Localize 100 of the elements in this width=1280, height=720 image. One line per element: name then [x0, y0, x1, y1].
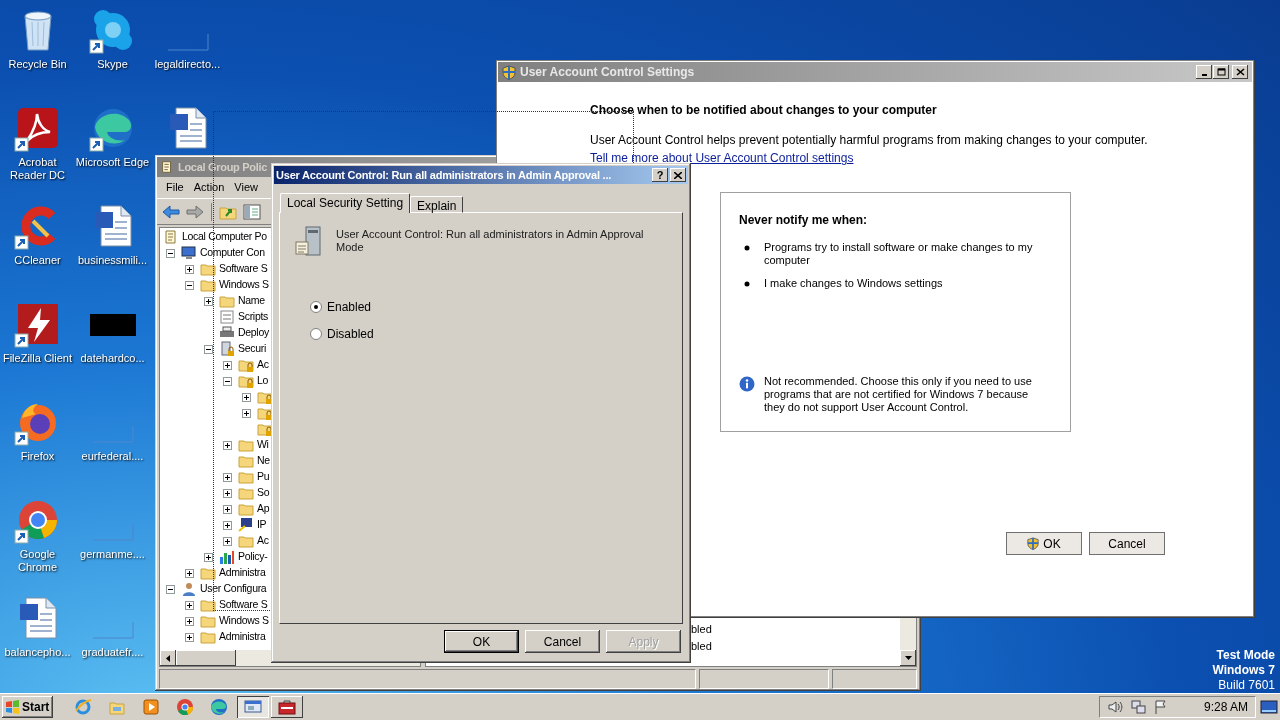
tab[interactable]: Explain: [410, 196, 464, 213]
menu-item[interactable]: Action: [188, 179, 230, 196]
tree-item[interactable]: Pu: [257, 469, 270, 485]
back-icon[interactable]: [161, 202, 181, 221]
close-button[interactable]: [670, 168, 686, 182]
maximize-button[interactable]: [1213, 65, 1229, 79]
tree-expander[interactable]: [184, 616, 194, 626]
desktop-icon-label[interactable]: eurfederal....: [75, 450, 150, 463]
radio-button[interactable]: [310, 328, 322, 340]
help-link[interactable]: Tell me more about User Account Control settings: [590, 149, 854, 167]
tree-expander[interactable]: [203, 344, 213, 354]
tree-item[interactable]: Wi: [257, 437, 269, 453]
dialog-button[interactable]: Cancel: [1089, 532, 1165, 555]
tree-item[interactable]: Administra: [219, 565, 266, 581]
tree-expander[interactable]: [184, 600, 194, 610]
desktop-icon-label[interactable]: Microsoft Edge: [75, 156, 150, 169]
tree-item[interactable]: Windows S: [219, 277, 269, 293]
tab[interactable]: Local Security Setting: [280, 193, 411, 213]
help-button[interactable]: ?: [652, 168, 668, 182]
desktop-icon-label[interactable]: FileZilla Client: [0, 352, 75, 365]
window-title: User Account Control Settings: [520, 64, 696, 81]
tree-item[interactable]: Scripts: [238, 309, 268, 325]
tree-item[interactable]: So: [257, 485, 270, 501]
show-hide-tree-icon[interactable]: [242, 202, 262, 221]
desktop-icon-label[interactable]: CCleaner: [0, 254, 75, 267]
media-player-icon[interactable]: [142, 698, 160, 716]
tree-expander[interactable]: [184, 280, 194, 290]
tree-item[interactable]: Securi: [238, 341, 266, 357]
scroll-left-button[interactable]: [160, 650, 176, 666]
tree-item[interactable]: Software S: [219, 597, 268, 613]
desktop-icon-label[interactable]: datehardco...: [75, 352, 150, 365]
tree-expander[interactable]: [222, 536, 232, 546]
tree-item[interactable]: Ac: [257, 533, 269, 549]
radio-label[interactable]: Disabled: [327, 325, 374, 343]
scroll-thumb[interactable]: [176, 650, 236, 666]
desktop-icon-label[interactable]: Recycle Bin: [0, 58, 75, 71]
close-button[interactable]: [1232, 65, 1248, 79]
tree-expander[interactable]: [165, 584, 175, 594]
menu-item[interactable]: File: [161, 179, 189, 196]
taskbar-button[interactable]: [271, 696, 303, 718]
menu-item[interactable]: View: [229, 179, 263, 196]
browser-icon[interactable]: [176, 698, 194, 716]
folder-icon: [238, 453, 254, 469]
flag-icon[interactable]: [1153, 699, 1169, 715]
dialog-button[interactable]: Cancel: [525, 630, 600, 653]
speaker-icon[interactable]: [1107, 699, 1123, 715]
os-info-text: Build 7601: [1218, 678, 1275, 693]
policy-icon: [160, 160, 174, 174]
tree-expander[interactable]: [222, 376, 232, 386]
scroll-down-button[interactable]: [900, 650, 916, 666]
tree-item[interactable]: Ne: [257, 453, 270, 469]
tree-item[interactable]: Local Computer Po: [182, 229, 267, 245]
desktop-icon-label[interactable]: businessmili...: [75, 254, 150, 267]
shield-icon: [502, 64, 516, 80]
network-icon[interactable]: [1130, 699, 1146, 715]
desktop-icon-label[interactable]: Acrobat Reader DC: [0, 156, 75, 182]
radio-button[interactable]: [310, 301, 322, 313]
tree-item[interactable]: Deploy: [238, 325, 269, 341]
tree-item[interactable]: IP: [257, 517, 267, 533]
folder-icon: [238, 437, 254, 453]
tree-expander[interactable]: [241, 408, 251, 418]
tree-expander[interactable]: [184, 568, 194, 578]
tree-item[interactable]: Software S: [219, 261, 268, 277]
browser-icon[interactable]: [210, 698, 228, 716]
tree-item[interactable]: Ac: [257, 357, 269, 373]
os-info-text: Windows 7: [1212, 663, 1275, 678]
tree-expander[interactable]: [222, 488, 232, 498]
tree-expander[interactable]: [165, 248, 175, 258]
tree-item[interactable]: Policy-: [238, 549, 268, 565]
desktop-icon-label[interactable]: legaldirecto...: [150, 58, 225, 71]
tree-expander[interactable]: [222, 504, 232, 514]
tree-item[interactable]: Administra: [219, 629, 266, 645]
tree-expander[interactable]: [222, 472, 232, 482]
radio-label[interactable]: Enabled: [327, 298, 372, 316]
dialog-button[interactable]: OK: [1006, 532, 1082, 555]
start-button[interactable]: Start: [2, 696, 53, 718]
forward-icon[interactable]: [185, 202, 205, 221]
folder-icon: [200, 261, 216, 277]
desktop-icon-label[interactable]: Firefox: [0, 450, 75, 463]
desktop-icon-label[interactable]: Skype: [75, 58, 150, 71]
tree-expander[interactable]: [222, 520, 232, 530]
tree-item[interactable]: Lo: [257, 373, 269, 389]
tree-expander[interactable]: [184, 264, 194, 274]
minimize-button[interactable]: [1196, 65, 1212, 79]
tree-expander[interactable]: [241, 392, 251, 402]
show-desktop-icon[interactable]: [1260, 699, 1278, 715]
tree-expander[interactable]: [203, 296, 213, 306]
tree-item[interactable]: Name: [238, 293, 265, 309]
maximize-icon: [1216, 68, 1226, 76]
tree-expander[interactable]: [203, 552, 213, 562]
taskbar-button[interactable]: [237, 696, 269, 718]
tree-expander[interactable]: [222, 360, 232, 370]
clock[interactable]: 9:28 AM: [1203, 698, 1248, 716]
tree-item[interactable]: User Configura: [200, 581, 267, 597]
tree-expander[interactable]: [184, 632, 194, 642]
tree-item[interactable]: Ap: [257, 501, 270, 517]
tree-item[interactable]: Windows S: [219, 613, 269, 629]
tree-expander[interactable]: [222, 440, 232, 450]
tree-item[interactable]: Computer Con: [200, 245, 265, 261]
dialog-button[interactable]: OK: [444, 630, 519, 653]
